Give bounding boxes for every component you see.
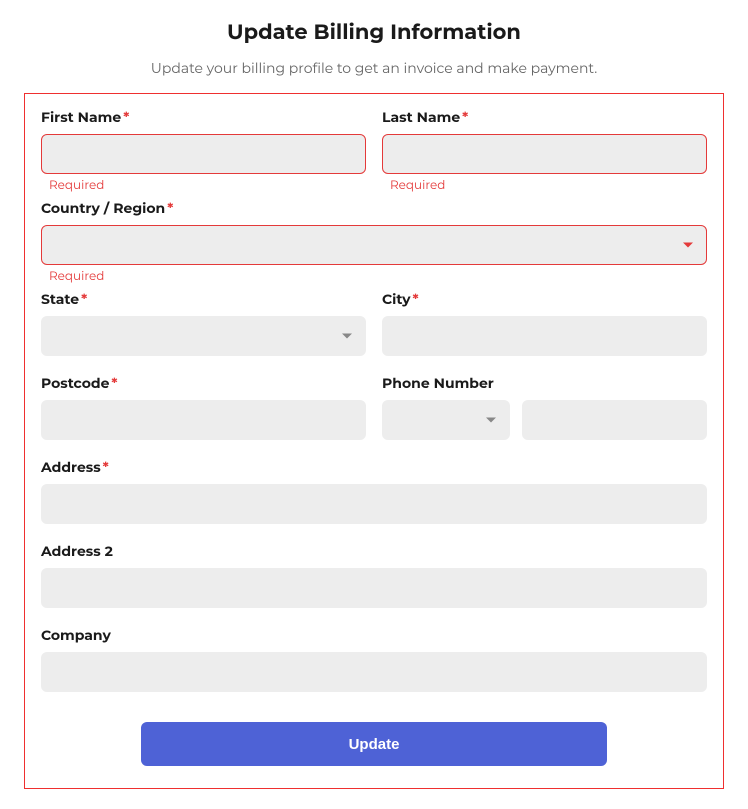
country-error: Required bbox=[49, 269, 707, 284]
label-text: Postcode bbox=[41, 374, 109, 392]
address-label: Address* bbox=[41, 458, 707, 476]
phone-prefix-select[interactable] bbox=[382, 400, 510, 440]
address2-label: Address 2 bbox=[41, 542, 707, 560]
last-name-error: Required bbox=[390, 178, 707, 193]
postcode-input[interactable] bbox=[41, 400, 366, 440]
billing-form: First Name* Required Last Name* Required… bbox=[24, 93, 724, 789]
last-name-label: Last Name* bbox=[382, 108, 707, 126]
page-subtitle: Update your billing profile to get an in… bbox=[0, 59, 748, 77]
required-star-icon: * bbox=[111, 374, 117, 392]
company-label: Company bbox=[41, 626, 707, 644]
label-text: State bbox=[41, 290, 79, 308]
label-text: Company bbox=[41, 626, 111, 644]
last-name-input[interactable] bbox=[382, 134, 707, 174]
address2-input[interactable] bbox=[41, 568, 707, 608]
label-text: Address 2 bbox=[41, 542, 113, 560]
city-label: City* bbox=[382, 290, 707, 308]
phone-label: Phone Number bbox=[382, 374, 707, 392]
required-star-icon: * bbox=[123, 108, 129, 126]
required-star-icon: * bbox=[167, 199, 173, 217]
label-text: Address bbox=[41, 458, 101, 476]
address-input[interactable] bbox=[41, 484, 707, 524]
phone-number-input[interactable] bbox=[522, 400, 707, 440]
first-name-input[interactable] bbox=[41, 134, 366, 174]
country-select[interactable] bbox=[41, 225, 707, 265]
country-label: Country / Region* bbox=[41, 199, 707, 217]
city-input[interactable] bbox=[382, 316, 707, 356]
first-name-label: First Name* bbox=[41, 108, 366, 126]
label-text: Last Name bbox=[382, 108, 460, 126]
required-star-icon: * bbox=[81, 290, 87, 308]
update-button[interactable]: Update bbox=[141, 722, 607, 766]
postcode-label: Postcode* bbox=[41, 374, 366, 392]
state-label: State* bbox=[41, 290, 366, 308]
page-title: Update Billing Information bbox=[0, 20, 748, 45]
label-text: Phone Number bbox=[382, 374, 494, 392]
label-text: Country / Region bbox=[41, 199, 165, 217]
state-select[interactable] bbox=[41, 316, 366, 356]
company-input[interactable] bbox=[41, 652, 707, 692]
required-star-icon: * bbox=[103, 458, 109, 476]
required-star-icon: * bbox=[412, 290, 418, 308]
label-text: City bbox=[382, 290, 410, 308]
required-star-icon: * bbox=[462, 108, 468, 126]
first-name-error: Required bbox=[49, 178, 366, 193]
label-text: First Name bbox=[41, 108, 121, 126]
